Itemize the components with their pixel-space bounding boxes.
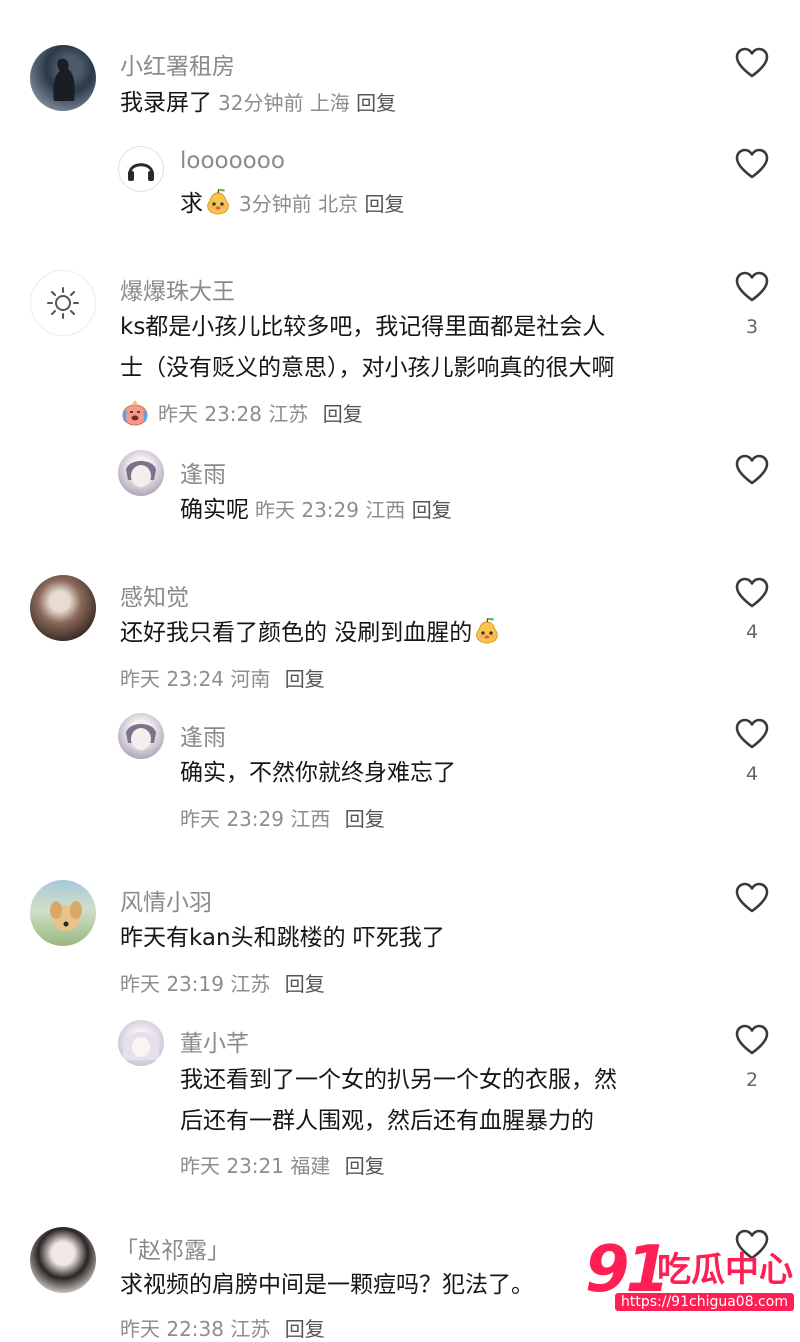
reply-button[interactable]: 回复: [356, 91, 396, 115]
comment-meta: 昨天 23:29 江西 回复: [180, 803, 385, 832]
comment-text-line: 我还看到了一个女的扒另一个女的衣服，然: [180, 1067, 617, 1093]
comment-text: 我录屏了 32分钟前 上海 回复: [120, 82, 396, 124]
location: 江苏: [230, 972, 271, 996]
like-heart-icon[interactable]: [735, 718, 769, 750]
like-heart-icon[interactable]: [735, 1024, 769, 1056]
like-count: 4: [745, 763, 759, 785]
reply-button[interactable]: 回复: [285, 972, 325, 996]
like-heart-icon[interactable]: [735, 882, 769, 914]
comment-meta: 昨天 23:28 江苏 回复: [120, 397, 363, 427]
comment-meta: 昨天 23:29 江西 回复: [255, 498, 452, 522]
username[interactable]: looooooo: [180, 148, 285, 174]
avatar[interactable]: [30, 270, 96, 336]
timestamp: 昨天 23:29: [180, 807, 284, 831]
username[interactable]: 小红署租房: [120, 47, 235, 81]
timestamp: 昨天 22:38: [120, 1317, 224, 1341]
comment-meta: 32分钟前 上海 回复: [218, 91, 396, 115]
reply-button[interactable]: 回复: [285, 667, 325, 691]
timestamp: 3分钟前: [239, 192, 312, 216]
location: 福建: [290, 1154, 331, 1178]
location: 北京: [318, 192, 359, 216]
like-heart-icon[interactable]: [735, 148, 769, 180]
reply-button[interactable]: 回复: [345, 1154, 385, 1178]
comment-text-line: 士（没有贬义的意思），对小孩儿影响真的很大啊: [120, 355, 615, 381]
comment-text-line: 后还有一群人围观，然后还有血腥暴力的: [180, 1108, 594, 1134]
comment-meta: 昨天 23:24 河南 回复: [120, 663, 325, 692]
comment-meta: 昨天 23:21 福建 回复: [180, 1150, 385, 1179]
comment-text: 求视频的肩膀中间是一颗痘吗？犯法了。: [120, 1272, 534, 1298]
comment-meta: 昨天 23:19 江苏 回复: [120, 968, 325, 997]
timestamp: 32分钟前: [218, 91, 304, 115]
username[interactable]: 爆爆珠大王: [120, 272, 235, 306]
location: 江苏: [268, 402, 309, 426]
comment-meta: 昨天 22:38 江苏 回复: [120, 1313, 325, 1342]
comment-body: 我录屏了: [120, 90, 212, 116]
crying-face-emoji-icon: [120, 397, 150, 427]
pear-emoji-icon: [472, 616, 502, 646]
like-count: 4: [745, 621, 759, 643]
comment-meta: 3分钟前 北京 回复: [239, 192, 404, 216]
timestamp: 昨天 23:24: [120, 667, 224, 691]
comment-body: 还好我只看了颜色的 没刷到血腥的: [120, 620, 473, 646]
like-heart-icon[interactable]: [735, 577, 769, 609]
timestamp: 昨天 23:21: [180, 1154, 284, 1178]
location: 河南: [230, 667, 271, 691]
comment-text-line: ks都是小孩儿比较多吧，我记得里面都是社会人: [120, 314, 606, 340]
username[interactable]: 逢雨: [180, 718, 226, 752]
avatar[interactable]: [30, 575, 96, 641]
watermark: 91 吃瓜中心 https://91chigua08.com: [585, 1238, 794, 1318]
pear-emoji-icon: [203, 187, 233, 217]
timestamp: 昨天 23:19: [120, 972, 224, 996]
username[interactable]: 逢雨: [180, 455, 226, 489]
comment-text: 还好我只看了颜色的 没刷到血腥的: [120, 612, 502, 654]
avatar[interactable]: [30, 45, 96, 111]
comment-text: 确实呢 昨天 23:29 江西 回复: [180, 489, 452, 531]
reply-button[interactable]: 回复: [285, 1317, 325, 1341]
reply-button[interactable]: 回复: [323, 402, 363, 426]
timestamp: 昨天 23:29: [255, 498, 359, 522]
avatar[interactable]: [118, 1020, 164, 1066]
comment-body: 确实呢: [180, 497, 249, 523]
avatar[interactable]: [30, 1227, 96, 1293]
username[interactable]: 感知觉: [120, 578, 189, 612]
comment-body: 求: [180, 191, 203, 217]
avatar[interactable]: [118, 713, 164, 759]
like-heart-icon[interactable]: [735, 47, 769, 79]
watermark-name: 吃瓜中心: [657, 1250, 793, 1290]
reply-button[interactable]: 回复: [364, 192, 404, 216]
comment-text: 昨天有kan头和跳楼的 吓死我了: [120, 925, 445, 951]
location: 上海: [309, 91, 350, 115]
location: 江苏: [230, 1317, 271, 1341]
username[interactable]: 董小芊: [180, 1024, 249, 1058]
username[interactable]: 「赵祁露」: [115, 1231, 230, 1265]
avatar[interactable]: [118, 146, 164, 192]
reply-button[interactable]: 回复: [345, 807, 385, 831]
location: 江西: [290, 807, 331, 831]
like-heart-icon[interactable]: [735, 454, 769, 486]
like-heart-icon[interactable]: [735, 271, 769, 303]
comment-text: 求 3分钟前 北京 回复: [180, 183, 404, 225]
like-count: 3: [745, 316, 759, 338]
username[interactable]: 风情小羽: [120, 883, 212, 917]
location: 江西: [365, 498, 406, 522]
avatar[interactable]: [118, 450, 164, 496]
comment-text: 确实，不然你就终身难忘了: [180, 760, 456, 786]
watermark-url: https://91chigua08.com: [615, 1293, 794, 1311]
like-count: 2: [745, 1069, 759, 1091]
avatar[interactable]: [30, 880, 96, 946]
timestamp: 昨天 23:28: [158, 402, 262, 426]
reply-button[interactable]: 回复: [412, 498, 452, 522]
